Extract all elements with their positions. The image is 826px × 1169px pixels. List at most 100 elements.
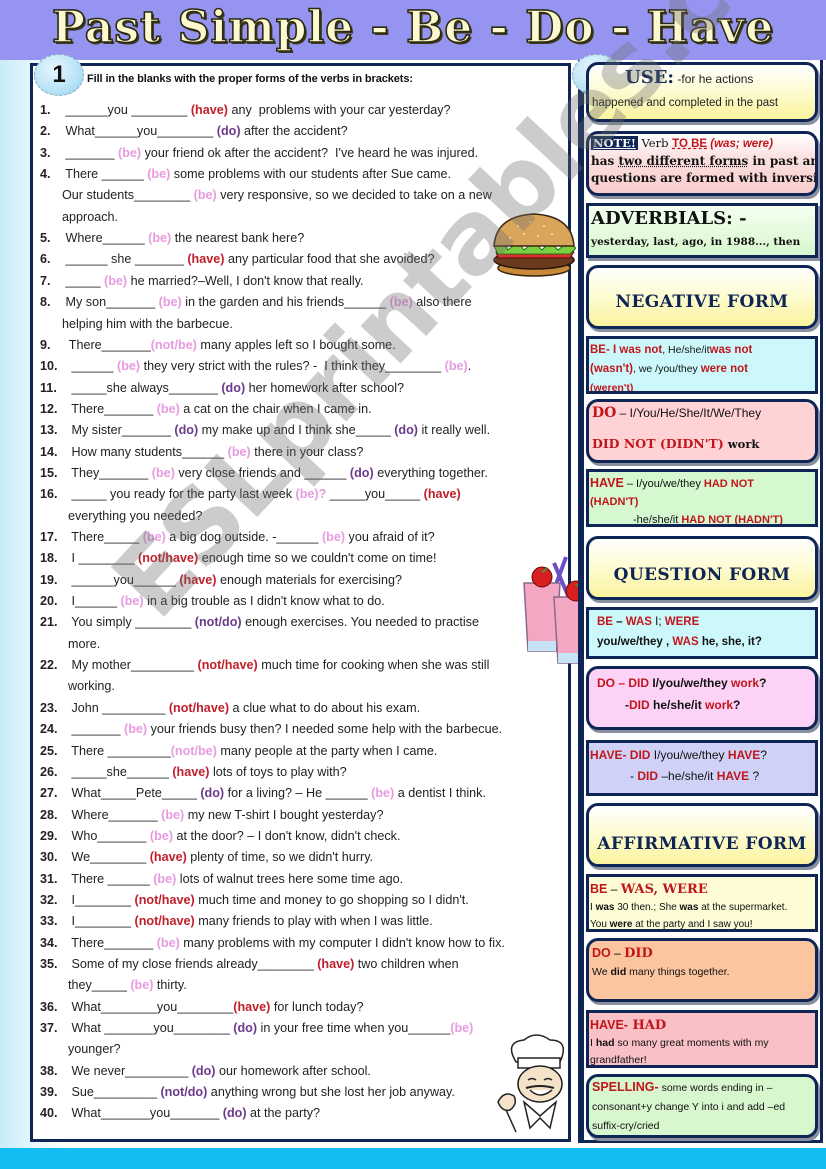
exercise-item: 30. We________ (have) plenty of time, so… xyxy=(40,847,373,868)
question-have-p2: I/you/we/they xyxy=(650,748,728,762)
item-number: 13. xyxy=(40,423,58,438)
negative-be-p1: I was not xyxy=(609,344,663,356)
sentence-text: it really well. xyxy=(418,423,491,438)
sentence-text: Who_______ xyxy=(68,828,150,843)
item-number: 33. xyxy=(40,914,58,929)
question-have-p6: DID xyxy=(637,769,659,783)
verb-hint: (not/have) xyxy=(138,551,199,566)
question-do-p2: DID xyxy=(628,676,650,690)
item-number: 17. xyxy=(40,530,58,544)
negative-do-p1: – I/You/He/She/It/We/They xyxy=(616,406,762,420)
sentence-text: I________ xyxy=(68,892,135,907)
question-do-p8: he/she/it xyxy=(649,698,706,712)
question-do-p1: – xyxy=(615,676,629,690)
sentence-text: Sue_________ xyxy=(68,1085,161,1100)
item-number: 10. xyxy=(40,359,58,374)
sentence-text: the nearest bank here? xyxy=(171,231,305,246)
verb-hint: (be) xyxy=(120,594,144,609)
exercise-item: 8. My son_______ (be) in the garden and … xyxy=(40,292,472,313)
question-have-box: HAVE- DID I/you/we/they HAVE? - DID –he/… xyxy=(586,740,818,796)
item-number: 5. xyxy=(40,231,51,246)
verb-hint: (be) xyxy=(321,530,346,544)
exercise-item: 24. _______ (be) your friends busy then?… xyxy=(40,719,502,740)
item-number: 15. xyxy=(40,465,58,480)
verb-hint: (do) xyxy=(191,1063,216,1078)
sentence-text: her homework after school? xyxy=(245,380,405,395)
item-number: 27. xyxy=(40,786,58,801)
sentence-text: _____she always_______ xyxy=(68,380,222,395)
affirmative-do-dash: – xyxy=(610,946,625,960)
sentence-text: I ________ xyxy=(68,551,139,566)
exercise-item: 26. _____she______ (have) lots of toys t… xyxy=(40,762,347,783)
sentence-text: _____ you ready for the party last week xyxy=(68,487,296,502)
verb-hint: (not/be) xyxy=(170,743,217,758)
verb-hint: (be) xyxy=(389,295,413,310)
exercise-item: 20. I______ (be) in a big trouble as I d… xyxy=(40,591,385,612)
item-number: 35. xyxy=(40,957,58,971)
sentence-text: There_______ xyxy=(68,401,157,416)
verb-hint: (be) xyxy=(156,935,180,950)
affirmative-be-e2c: at the party and I saw you! xyxy=(632,919,753,930)
sentence-text: many friends to play with when I was lit… xyxy=(194,914,433,929)
verb-hint: (be) xyxy=(151,465,175,480)
affirmative-have-e1b: had xyxy=(595,1037,615,1049)
question-do-box: DO – DID I/you/we/they work? -DID he/she… xyxy=(586,666,818,730)
item-number: 20. xyxy=(40,594,58,609)
sentence-text: _______ xyxy=(62,145,119,160)
negative-be-p5: , we /you/they xyxy=(633,363,701,375)
sentence-text: _____she______ xyxy=(68,764,173,779)
item-number: 19. xyxy=(40,572,58,587)
item-number: 12. xyxy=(40,401,58,416)
sentence-text: a cat on the chair when I came in. xyxy=(179,401,372,416)
exercise-item: 6. ______ she _______ (have) any particu… xyxy=(40,249,435,270)
verb-hint: (be) xyxy=(444,359,468,374)
verb-hint: (be)? xyxy=(295,487,327,502)
item-number: 23. xyxy=(40,700,58,715)
exercise-item: 35. Some of my close friends already____… xyxy=(40,954,459,975)
sentence-text: John _________ xyxy=(68,700,169,715)
use-line1: -for he actions xyxy=(674,72,754,86)
note-tag: NOTE! xyxy=(591,136,638,150)
sentence-text: I______ xyxy=(68,594,121,609)
affirmative-have-e1c: so many great moments with my xyxy=(614,1037,769,1049)
sentence-text: any problems with your car yesterday? xyxy=(227,103,451,117)
verb-hint: (be) xyxy=(227,444,251,459)
item-number: 38. xyxy=(40,1063,58,1078)
exercise-item-continuation: Our students________ (be) very responsiv… xyxy=(40,185,492,206)
verb-hint: (have) xyxy=(187,252,225,267)
item-number: 2. xyxy=(40,124,51,139)
sentence-text: many people at the party when I came. xyxy=(216,743,438,758)
verb-hint: (not/have) xyxy=(168,700,230,715)
sentence-text: much time and money to go shopping so I … xyxy=(194,892,469,907)
item-number: 37. xyxy=(40,1021,58,1036)
sentence-text: Some of my close friends already________ xyxy=(68,957,318,971)
negative-do-p2: DID NOT (DIDN'T) xyxy=(592,436,724,451)
exercise-item: 32. I________ (not/have) much time and m… xyxy=(40,890,469,911)
exercise-item: 11. _____she always_______ (do) her home… xyxy=(40,378,404,399)
sentence-text: a clue what to do about his exam. xyxy=(229,700,421,715)
verb-hint: (have) xyxy=(423,487,461,502)
sentence-text: everything together. xyxy=(373,465,488,480)
question-have-p8: HAVE xyxy=(716,769,750,783)
affirmative-be-e1b: was xyxy=(595,902,615,913)
question-be-box: BE – WAS I; WERE you/we/they , WAS he, s… xyxy=(586,607,818,659)
item-number: 8. xyxy=(40,295,51,310)
verb-hint: (be) xyxy=(161,807,185,822)
note-line2c: in past and xyxy=(752,154,815,168)
item-number: 39. xyxy=(40,1085,58,1100)
sentence-text: There_______ xyxy=(68,935,157,950)
question-have-p9: ? xyxy=(749,769,760,783)
sentence-text: very close friends and ______ xyxy=(174,465,350,480)
exercise-item: 9. There_______(not/be) many apples left… xyxy=(40,335,396,356)
exercise-item: 38. We never_________ (do) our homework … xyxy=(40,1061,371,1082)
item-number: 16. xyxy=(40,487,58,502)
affirmative-do-e1a: We xyxy=(592,966,611,978)
spelling-line2: consonant+y change Y into i and add –ed xyxy=(592,1101,786,1113)
sentence-text: two children when xyxy=(354,957,459,971)
exercise-item: 21. You simply ________ (not/do) enough … xyxy=(40,612,479,633)
exercise-item: 39. Sue_________ (not/do) anything wrong… xyxy=(40,1082,455,1103)
affirmative-be-label: BE xyxy=(590,882,608,896)
negative-be-box: BE- I was not, He/she/itwas not (wasn't)… xyxy=(586,336,818,394)
negative-be-label: BE- xyxy=(590,344,610,356)
item-number: 6. xyxy=(40,252,51,267)
